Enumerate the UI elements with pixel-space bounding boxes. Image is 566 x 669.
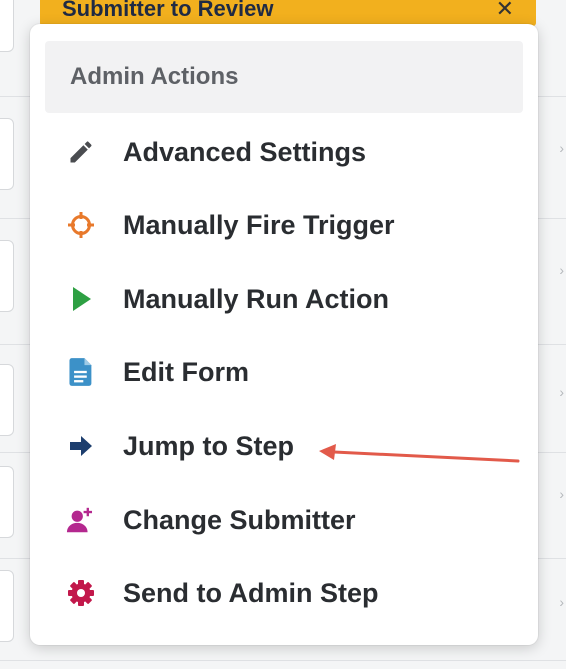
chevron-icon: › bbox=[559, 594, 564, 610]
close-icon[interactable]: ✕ bbox=[496, 0, 514, 22]
arrow-right-icon bbox=[66, 431, 96, 461]
menu-item-send-to-admin-step[interactable]: Send to Admin Step bbox=[66, 569, 379, 617]
background-card bbox=[0, 364, 14, 436]
menu-item-change-submitter[interactable]: Change Submitter bbox=[66, 496, 356, 544]
step-header-bar[interactable]: Submitter to Review ✕ bbox=[40, 0, 536, 26]
gear-icon bbox=[66, 578, 96, 608]
pencil-icon bbox=[66, 137, 96, 167]
menu-item-edit-form[interactable]: Edit Form bbox=[66, 348, 249, 396]
menu-item-label: Advanced Settings bbox=[123, 136, 367, 167]
menu-item-advanced-settings[interactable]: Advanced Settings bbox=[66, 128, 366, 176]
menu-item-manually-run-action[interactable]: Manually Run Action bbox=[66, 275, 389, 323]
background-card bbox=[0, 466, 14, 538]
menu-header: Admin Actions bbox=[45, 41, 523, 113]
chevron-icon: › bbox=[559, 384, 564, 400]
menu-item-label: Manually Fire Trigger bbox=[123, 209, 395, 240]
user-plus-icon bbox=[66, 505, 96, 535]
crosshair-icon bbox=[66, 210, 96, 240]
menu-item-label: Send to Admin Step bbox=[123, 577, 379, 608]
step-header-label: Submitter to Review bbox=[62, 0, 274, 21]
chevron-icon: › bbox=[559, 140, 564, 156]
menu-item-label: Manually Run Action bbox=[123, 283, 390, 314]
menu-item-manually-fire-trigger[interactable]: Manually Fire Trigger bbox=[66, 201, 395, 249]
menu-item-jump-to-step[interactable]: Jump to Step bbox=[66, 422, 294, 470]
chevron-icon: › bbox=[559, 486, 564, 502]
menu-header-label: Admin Actions bbox=[70, 63, 239, 90]
play-icon bbox=[66, 284, 96, 314]
menu-item-label: Edit Form bbox=[123, 356, 249, 387]
document-icon bbox=[66, 357, 96, 387]
chevron-icon: › bbox=[559, 262, 564, 278]
menu-item-label: Change Submitter bbox=[123, 504, 356, 535]
page: › › › › › Submitter to Review ✕ Admin Ac… bbox=[0, 0, 566, 669]
background-divider bbox=[0, 660, 566, 661]
menu-item-label: Jump to Step bbox=[123, 430, 295, 461]
admin-actions-menu: Admin Actions Advanced Settings Manually… bbox=[30, 24, 538, 645]
background-card bbox=[0, 570, 14, 642]
background-card bbox=[0, 240, 14, 312]
background-card bbox=[0, 118, 14, 190]
background-card bbox=[0, 0, 14, 52]
